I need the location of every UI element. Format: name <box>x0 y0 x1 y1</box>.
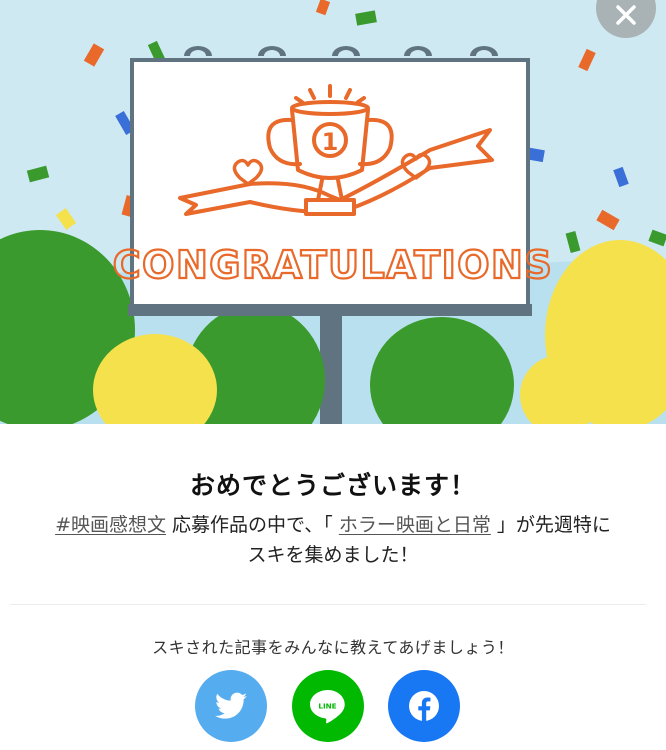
hashtag-link[interactable]: #映画感想文 <box>55 514 166 536</box>
congratulations-dialog-body: おめでとうございます！ #映画感想文 応募作品の中で、「 ホラー映画と日常 」が… <box>0 424 666 750</box>
share-buttons: LINE <box>0 670 666 744</box>
line-icon: LINE <box>310 690 345 724</box>
twitter-share-button[interactable] <box>195 670 267 742</box>
share-prompt: スキされた記事をみんなに教えてあげましょう！ <box>152 638 514 657</box>
message-middle-text: 応募作品の中で、「 <box>166 514 339 536</box>
twitter-bird-icon <box>215 692 247 719</box>
facebook-share-button[interactable] <box>388 670 460 742</box>
dialog-title: おめでとうございます！ <box>189 471 476 500</box>
close-icon <box>616 5 636 25</box>
congratulations-illustration: 1 CONGRATULATIONS <box>0 0 666 424</box>
congratulations-banner-text: CONGRATULATIONS <box>113 243 553 287</box>
trophy-rank: 1 <box>322 128 339 156</box>
message-line-2: スキを集めました！ <box>247 544 419 566</box>
divider <box>10 604 646 605</box>
message-end-text: 」が先週特に <box>490 514 611 536</box>
billboard: 1 CONGRATULATIONS <box>112 46 553 316</box>
dialog-message: #映画感想文 応募作品の中で、「 ホラー映画と日常 」が先週特に スキを集めまし… <box>18 510 648 570</box>
line-share-button[interactable]: LINE <box>292 670 364 742</box>
article-link[interactable]: ホラー映画と日常 <box>339 514 491 536</box>
facebook-icon <box>409 691 439 722</box>
line-label: LINE <box>318 702 336 711</box>
